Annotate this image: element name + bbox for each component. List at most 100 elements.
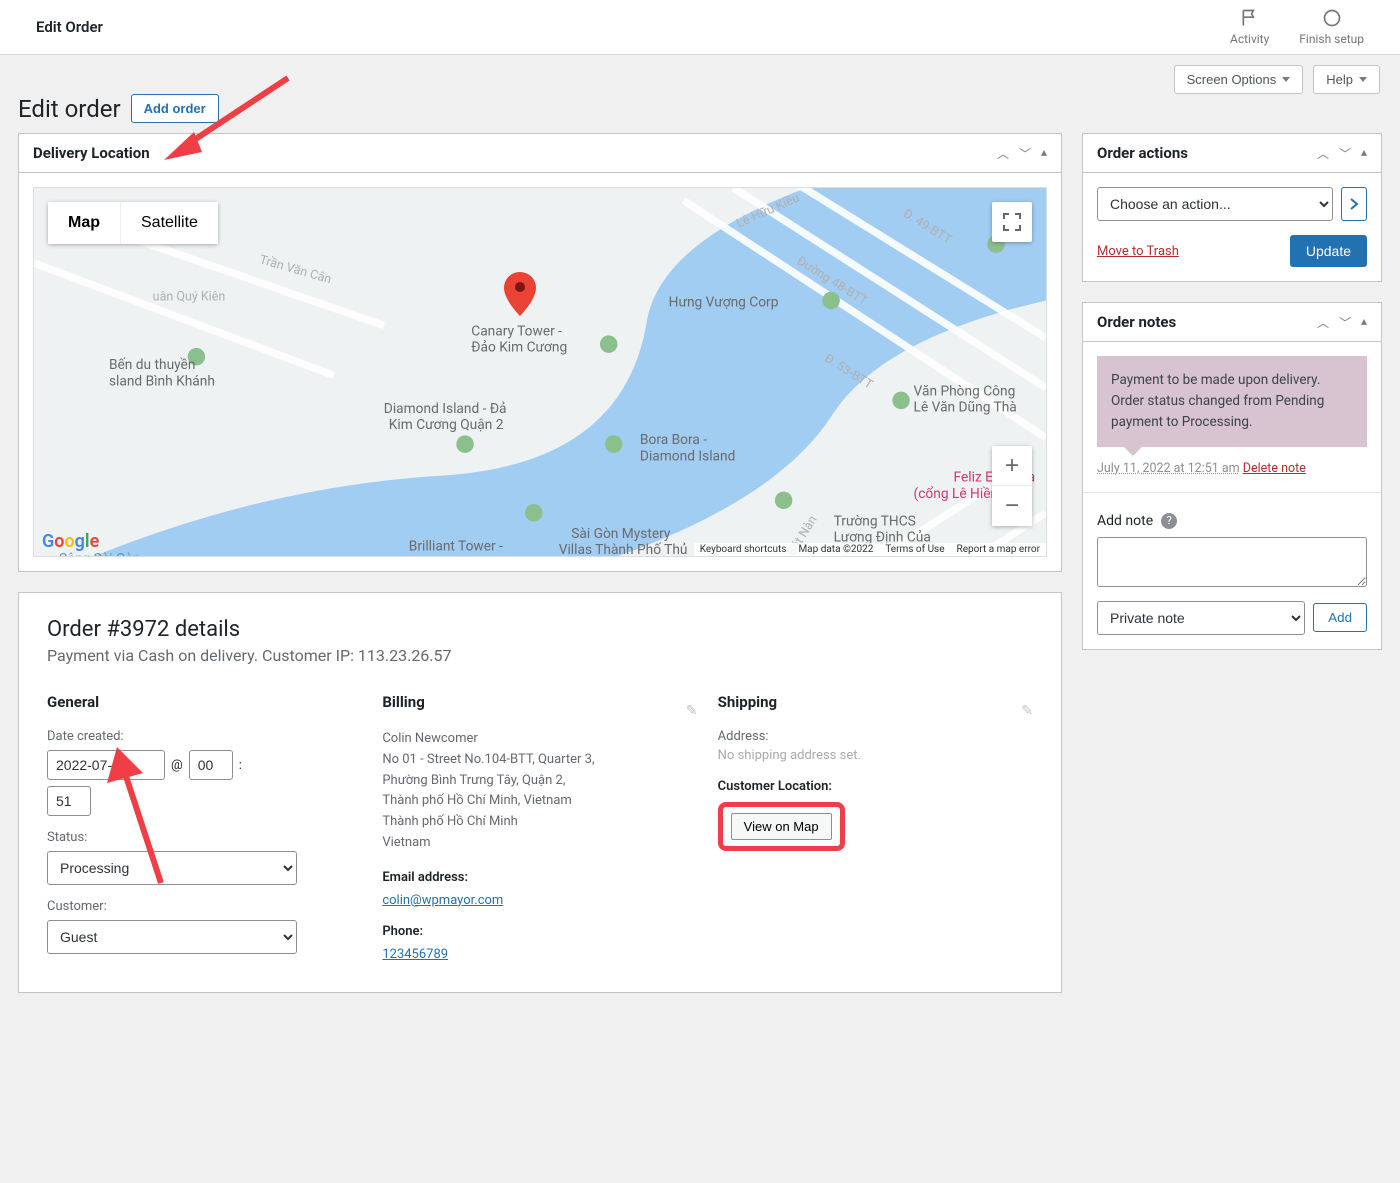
customer-label: Customer: xyxy=(47,899,362,914)
move-down-icon[interactable]: ﹀ xyxy=(1019,145,1031,162)
help-icon[interactable]: ? xyxy=(1161,513,1177,529)
move-up-icon[interactable]: ︿ xyxy=(1317,145,1329,162)
order-details-panel: Order #3972 details Payment via Cash on … xyxy=(18,592,1062,993)
satellite-tab[interactable]: Satellite xyxy=(121,202,218,244)
activity-button[interactable]: Activity xyxy=(1230,8,1269,46)
svg-text:Kim Cương Quận 2: Kim Cương Quận 2 xyxy=(389,417,504,433)
svg-text:Sài Gòn Mystery: Sài Gòn Mystery xyxy=(571,526,671,542)
finish-setup-button[interactable]: Finish setup xyxy=(1299,8,1364,46)
svg-text:Đảo Kim Cương: Đảo Kim Cương xyxy=(471,340,567,356)
map-data-label: Map data ©2022 xyxy=(798,544,873,555)
customer-location-label: Customer Location: xyxy=(718,779,1033,794)
svg-text:Diamond Island - Đả: Diamond Island - Đả xyxy=(384,401,507,417)
chevron-down-icon xyxy=(1359,77,1367,82)
at-symbol: @ xyxy=(171,758,183,773)
shipping-heading: Shipping xyxy=(718,693,777,711)
svg-text:Văn Phòng Công: Văn Phòng Công xyxy=(914,383,1016,399)
svg-text:Diamond Island: Diamond Island xyxy=(640,448,735,464)
view-on-map-button[interactable]: View on Map xyxy=(731,813,832,840)
edit-billing-icon[interactable]: ✎ xyxy=(686,703,698,719)
map[interactable]: Bến du thuyền sland Bình Khánh Diamond I… xyxy=(33,187,1047,557)
svg-text:Hưng Vượng Corp: Hưng Vượng Corp xyxy=(669,295,779,311)
topbar-title: Edit Order xyxy=(36,18,103,36)
email-label: Email address: xyxy=(382,870,697,885)
screen-options-button[interactable]: Screen Options xyxy=(1174,65,1304,94)
help-label: Help xyxy=(1326,72,1353,87)
customer-select[interactable]: Guest xyxy=(47,920,297,954)
toggle-icon[interactable]: ▴ xyxy=(1041,145,1047,162)
status-label: Status: xyxy=(47,830,362,845)
move-to-trash-link[interactable]: Move to Trash xyxy=(1097,244,1179,259)
date-created-label: Date created: xyxy=(47,729,362,744)
svg-text:Diamond Island: Diamond Island xyxy=(409,555,504,557)
minute-input[interactable] xyxy=(47,786,91,816)
delivery-location-heading: Delivery Location xyxy=(33,144,150,162)
map-tab[interactable]: Map xyxy=(48,202,121,244)
add-note-button[interactable]: Add xyxy=(1313,603,1367,632)
svg-text:Bến du thuyền: Bến du thuyền xyxy=(109,356,195,373)
add-note-label: Add note xyxy=(1097,513,1153,529)
billing-addr: No 01 - Street No.104-BTT, Quarter 3, xyxy=(382,750,697,771)
divider xyxy=(1083,492,1381,493)
flag-icon xyxy=(1240,8,1260,28)
order-action-select[interactable]: Choose an action... xyxy=(1097,187,1333,221)
order-details-subheading: Payment via Cash on delivery. Customer I… xyxy=(47,646,1033,665)
move-down-icon[interactable]: ﹀ xyxy=(1339,314,1351,331)
finish-setup-label: Finish setup xyxy=(1299,32,1364,46)
add-note-textarea[interactable] xyxy=(1097,537,1367,587)
svg-text:uân Quý Kiên: uân Quý Kiên xyxy=(153,289,226,304)
status-select[interactable]: Processing xyxy=(47,851,297,885)
delivery-location-panel: Delivery Location ︿ ﹀ ▴ xyxy=(18,133,1062,572)
move-up-icon[interactable]: ︿ xyxy=(997,145,1009,162)
billing-addr: Thành phố Hồ Chí Minh xyxy=(382,812,697,833)
billing-name: Colin Newcomer xyxy=(382,729,697,750)
move-up-icon[interactable]: ︿ xyxy=(1317,314,1329,331)
billing-heading: Billing xyxy=(382,693,424,711)
toggle-icon[interactable]: ▴ xyxy=(1361,145,1367,162)
note-type-select[interactable]: Private note xyxy=(1097,601,1305,635)
note-timestamp: July 11, 2022 at 12:51 am xyxy=(1097,461,1240,476)
map-marker-icon xyxy=(504,272,536,320)
svg-text:Bora Bora -: Bora Bora - xyxy=(640,432,707,448)
report-link[interactable]: Report a map error xyxy=(957,544,1040,555)
keyboard-shortcuts-link[interactable]: Keyboard shortcuts xyxy=(700,544,787,555)
svg-text:Canary Tower -: Canary Tower - xyxy=(471,323,562,339)
zoom-in-button[interactable]: + xyxy=(992,446,1032,486)
update-button[interactable]: Update xyxy=(1290,235,1367,267)
toggle-icon[interactable]: ▴ xyxy=(1361,314,1367,331)
move-down-icon[interactable]: ﹀ xyxy=(1339,145,1351,162)
order-actions-heading: Order actions xyxy=(1097,144,1188,162)
screen-options-label: Screen Options xyxy=(1187,72,1277,87)
terms-link[interactable]: Terms of Use xyxy=(885,544,944,555)
no-shipping-text: No shipping address set. xyxy=(718,748,1033,763)
fullscreen-button[interactable] xyxy=(992,202,1032,242)
order-notes-panel: Order notes ︿ ﹀ ▴ Payment to be made upo… xyxy=(1082,302,1382,650)
svg-text:Villas Thành Phố Thủ: Villas Thành Phố Thủ xyxy=(559,541,688,557)
zoom-out-button[interactable]: − xyxy=(992,486,1032,526)
activity-label: Activity xyxy=(1230,32,1269,46)
chevron-down-icon xyxy=(1282,77,1290,82)
add-order-button[interactable]: Add order xyxy=(131,94,219,123)
billing-addr: Vietnam xyxy=(382,833,697,854)
page-title: Edit order xyxy=(18,95,121,123)
edit-shipping-icon[interactable]: ✎ xyxy=(1021,703,1033,719)
date-input[interactable] xyxy=(47,750,165,780)
apply-action-button[interactable] xyxy=(1341,187,1367,221)
fullscreen-icon xyxy=(1003,213,1021,231)
circle-icon xyxy=(1322,8,1342,28)
order-actions-panel: Order actions ︿ ﹀ ▴ Choose an action... xyxy=(1082,133,1382,282)
google-logo: Google xyxy=(42,531,99,552)
delete-note-link[interactable]: Delete note xyxy=(1243,461,1306,476)
order-note: Payment to be made upon delivery. Order … xyxy=(1097,356,1367,447)
map-type-toggle: Map Satellite xyxy=(48,202,218,244)
billing-addr: Phường Bình Trưng Tây, Quận 2, xyxy=(382,771,697,792)
hour-input[interactable] xyxy=(189,750,233,780)
billing-addr: Thành phố Hồ Chí Minh, Vietnam xyxy=(382,791,697,812)
order-notes-heading: Order notes xyxy=(1097,313,1176,331)
email-link[interactable]: colin@wpmayor.com xyxy=(382,893,503,908)
annotation-highlight: View on Map xyxy=(718,802,845,851)
chevron-right-icon xyxy=(1349,198,1359,210)
order-details-heading: Order #3972 details xyxy=(47,617,1033,642)
phone-link[interactable]: 123456789 xyxy=(382,947,448,962)
help-button[interactable]: Help xyxy=(1313,65,1380,94)
